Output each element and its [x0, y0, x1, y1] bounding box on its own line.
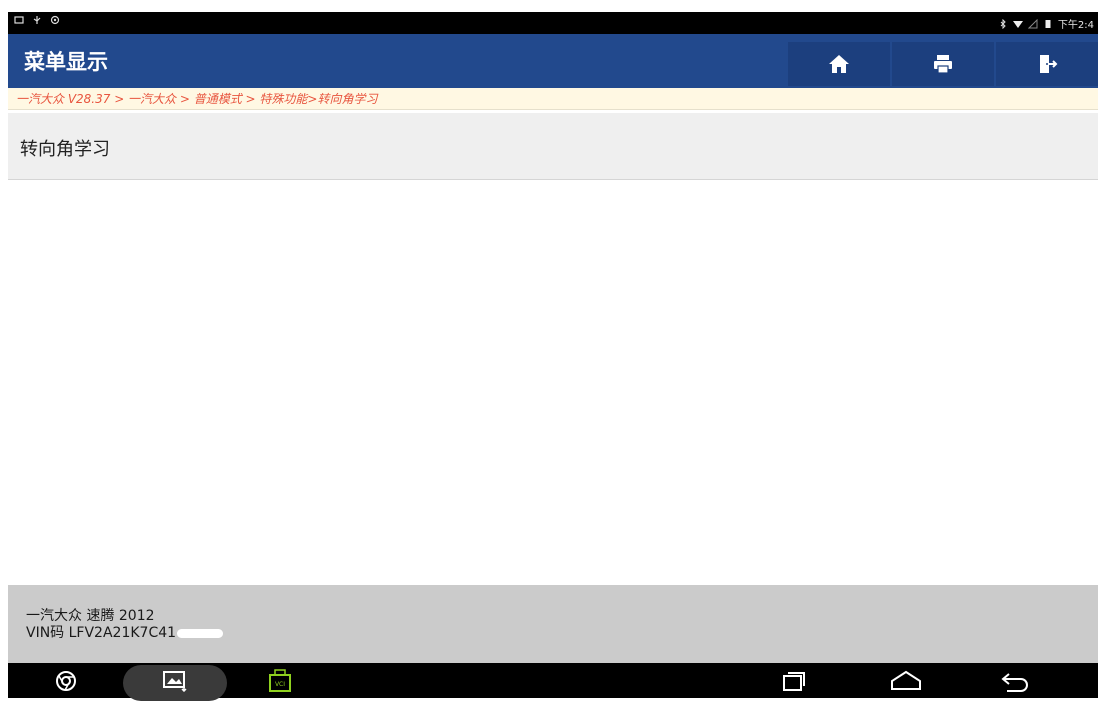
home-icon — [829, 55, 849, 73]
vin-label: VIN码 LFV2A21K7C41 — [26, 625, 177, 641]
screenshot-icon — [163, 671, 187, 692]
browser-button[interactable] — [52, 667, 80, 695]
vci-button[interactable]: VCI — [266, 667, 294, 695]
title-bar: 菜单显示 — [8, 34, 1098, 88]
bluetooth-icon — [1000, 18, 1006, 29]
left-margin — [0, 0, 8, 698]
status-left — [14, 15, 60, 25]
screenshot-button[interactable] — [160, 667, 190, 695]
wifi-icon — [1012, 20, 1023, 28]
vci-icon: VCI — [269, 669, 291, 692]
vehicle-info: 一汽大众 速腾 2012 VIN码 LFV2A21K7C41 — [8, 585, 1098, 663]
screen-icon — [14, 16, 24, 24]
exit-icon — [1040, 55, 1058, 73]
menu-item-steering-angle-learning[interactable]: 转向角学习 — [8, 113, 1098, 180]
status-right: 下午2:4 — [998, 16, 1094, 31]
back-button[interactable] — [998, 667, 1034, 695]
home-button[interactable] — [788, 42, 890, 86]
browser-icon — [56, 671, 76, 691]
vin-redaction — [177, 628, 224, 638]
back-icon — [1001, 673, 1028, 692]
menu-item-label: 转向角学习 — [20, 139, 110, 160]
status-bar: 下午2:4 — [8, 12, 1098, 34]
content-area — [8, 180, 1098, 585]
status-time: 下午2:4 — [1057, 20, 1094, 31]
usb-icon — [33, 16, 41, 24]
battery-icon — [1045, 19, 1051, 28]
right-margin — [1098, 0, 1104, 698]
vci-label: VCI — [275, 681, 285, 688]
recent-apps-icon — [783, 672, 805, 691]
breadcrumb: 一汽大众 V28.37 > 一汽大众 > 普通模式 > 特殊功能>转向角学习 — [8, 88, 1098, 110]
signal-icon — [1027, 18, 1038, 28]
home-nav-icon — [891, 670, 921, 690]
print-icon — [934, 55, 952, 74]
recent-apps-button[interactable] — [778, 667, 810, 695]
print-button[interactable] — [892, 42, 994, 86]
home-nav-button[interactable] — [888, 667, 924, 695]
exit-button[interactable] — [996, 42, 1098, 86]
vehicle-vin: VIN码 LFV2A21K7C41 — [26, 622, 224, 642]
settings-icon — [50, 15, 60, 25]
page-title: 菜单显示 — [24, 50, 108, 74]
nav-bar: VCI — [8, 663, 1098, 701]
